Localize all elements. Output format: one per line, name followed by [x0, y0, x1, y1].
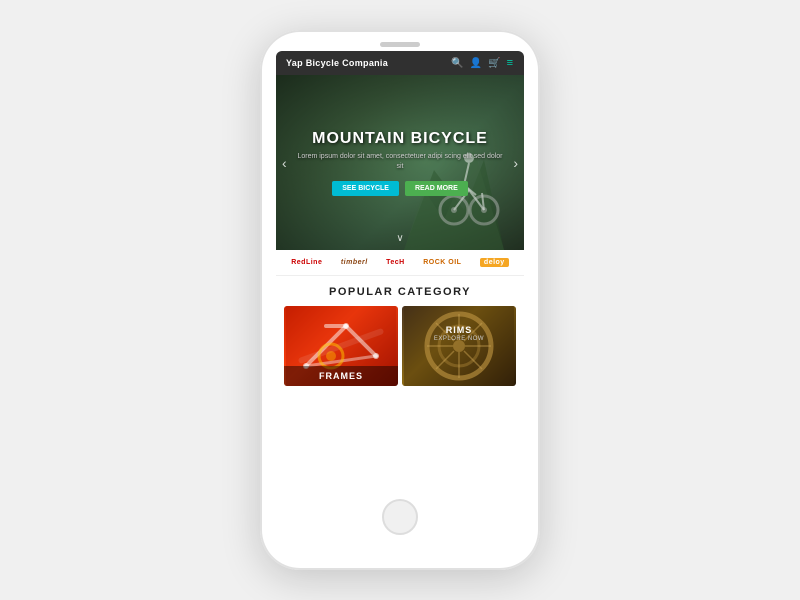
hero-section: ‹ MOUNTAIN BICYCLE Lorem ipsum dolor sit… [276, 75, 524, 250]
frames-name: FRAMES [319, 371, 363, 381]
rims-label: RIMS EXPLORE NOW [402, 320, 516, 347]
phone-body: Yap Bicycle Compania 🔍 👤 🛒 ≡ [260, 30, 540, 570]
navbar-icons: 🔍 👤 🛒 ≡ [451, 57, 514, 69]
navbar: Yap Bicycle Compania 🔍 👤 🛒 ≡ [276, 51, 524, 75]
category-rims[interactable]: RIMS EXPLORE NOW [402, 306, 516, 386]
rims-explore: EXPLORE NOW [434, 336, 484, 342]
read-more-button[interactable]: READ MORE [405, 181, 468, 196]
frames-label: FRAMES [284, 366, 398, 386]
home-button[interactable] [382, 499, 418, 535]
brand-deloy: deloy [480, 258, 509, 267]
brand-techn: TecH [386, 259, 405, 266]
hero-prev-arrow[interactable]: ‹ [282, 155, 287, 171]
user-icon[interactable]: 👤 [470, 58, 482, 69]
hero-title: MOUNTAIN BICYCLE [296, 130, 504, 148]
hero-subtitle: Lorem ipsum dolor sit amet, consectetuer… [296, 152, 504, 173]
brands-bar: RedLine timberl TecH ROCK OIL deloy [276, 250, 524, 276]
popular-category-title: POPULAR CATEGORY [284, 286, 516, 298]
hero-next-arrow[interactable]: › [513, 155, 518, 171]
rims-name: RIMS [446, 325, 473, 335]
category-grid: FRAMES [284, 306, 516, 386]
brand-timber: timberl [341, 259, 368, 266]
hero-content: MOUNTAIN BICYCLE Lorem ipsum dolor sit a… [276, 130, 524, 196]
see-bicycle-button[interactable]: SEE BICYCLE [332, 181, 399, 196]
cart-icon[interactable]: 🛒 [488, 58, 500, 69]
menu-icon[interactable]: ≡ [507, 57, 514, 69]
phone-screen: Yap Bicycle Compania 🔍 👤 🛒 ≡ [276, 51, 524, 491]
popular-section: POPULAR CATEGORY [276, 276, 524, 396]
brand-rockol: ROCK OIL [423, 259, 461, 266]
phone-wrapper: Yap Bicycle Compania 🔍 👤 🛒 ≡ [260, 30, 540, 570]
category-frames[interactable]: FRAMES [284, 306, 398, 386]
hero-buttons: SEE BICYCLE READ MORE [296, 181, 504, 196]
brand-redline: RedLine [291, 259, 322, 266]
navbar-brand: Yap Bicycle Compania [286, 58, 388, 68]
search-icon[interactable]: 🔍 [451, 58, 463, 69]
hero-scroll-down-icon[interactable]: ∨ [396, 233, 403, 244]
phone-speaker [380, 42, 420, 47]
